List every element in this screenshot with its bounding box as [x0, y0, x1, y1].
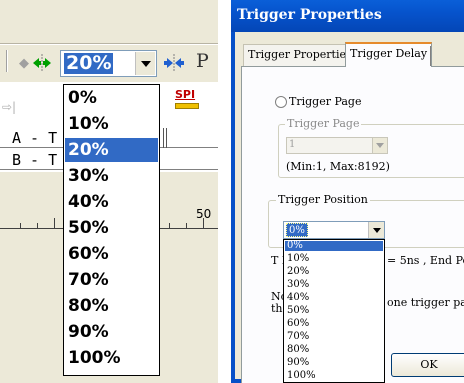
zoom-option-80[interactable]: 80% [65, 294, 158, 318]
signal-row-label: B - T [12, 151, 58, 169]
zoom-option-30[interactable]: 30% [65, 164, 158, 188]
zoom-combobox-value: 20% [64, 52, 114, 74]
ruler-tick [37, 223, 38, 228]
zoom-option-10[interactable]: 10% [65, 112, 158, 136]
toolbar-divider-highlight [0, 44, 218, 45]
chevron-down-icon [372, 138, 387, 153]
chevron-down-icon[interactable] [368, 222, 384, 238]
position-option-60[interactable]: 60% [285, 319, 383, 329]
position-option-80[interactable]: 80% [285, 345, 383, 355]
zoom-dropdown-list[interactable]: 0% 10% 20% 30% 40% 50% 60% 70% 80% 90% 1… [63, 84, 160, 376]
tab-trigger-delay[interactable]: Trigger Delay [345, 42, 433, 67]
trigger-page-radio-label: Trigger Page [289, 95, 362, 108]
zoom-option-50[interactable]: 50% [65, 216, 158, 240]
chevron-down-icon[interactable] [135, 52, 155, 75]
zoom-combobox[interactable]: 20% [60, 50, 157, 77]
time-info-right: = 5ns , End Pos = [387, 254, 464, 267]
tab-trigger-properties[interactable]: Trigger Properties [243, 44, 357, 66]
trigger-position-dropdown-list[interactable]: 0% 10% 20% 30% 40% 50% 60% 70% 80% 90% 1… [283, 239, 385, 383]
zoom-option-90[interactable]: 90% [65, 320, 158, 344]
tab-divider [430, 46, 431, 66]
signal-marker [163, 128, 167, 148]
zoom-out-icon[interactable] [162, 52, 186, 74]
ruler-tick [54, 218, 55, 228]
note-right: one trigger page [387, 296, 464, 309]
position-option-20[interactable]: 20% [285, 267, 383, 277]
dialog-titlebar[interactable]: Trigger Properties [231, 0, 464, 32]
position-option-100[interactable]: 100% [285, 371, 383, 381]
trigger-position-group-title: Trigger Position [276, 193, 370, 206]
position-option-50[interactable]: 50% [285, 306, 383, 316]
spi-icon-bar [175, 103, 199, 109]
trigger-page-group-title: Trigger Page [285, 117, 362, 130]
ok-button[interactable]: OK [391, 353, 464, 377]
zoom-in-icon[interactable] [30, 52, 54, 74]
position-option-10[interactable]: 10% [285, 254, 383, 264]
trigger-position-combobox[interactable]: 0% [283, 221, 385, 239]
navigate-icon[interactable]: ⇨| [2, 100, 16, 114]
zoom-option-60[interactable]: 60% [65, 242, 158, 266]
zoom-toolbar-window: ◆ 20% P ⇨| SPI A - T B - T 50 0% 10% 20%… [0, 0, 218, 383]
toolbar-separator [6, 50, 8, 72]
position-option-30[interactable]: 30% [285, 280, 383, 290]
position-option-40[interactable]: 40% [285, 293, 383, 303]
ruler-tick [186, 223, 187, 228]
trigger-page-radio[interactable] [275, 96, 287, 108]
position-option-0[interactable]: 0% [285, 241, 383, 251]
zoom-option-40[interactable]: 40% [65, 190, 158, 214]
position-option-90[interactable]: 90% [285, 358, 383, 368]
zoom-option-100[interactable]: 100% [65, 346, 158, 370]
trigger-properties-dialog: Trigger Properties Trigger Properties Tr… [231, 0, 464, 383]
zoom-option-20[interactable]: 20% [65, 138, 158, 162]
signal-row-label: A - T [12, 129, 58, 147]
trigger-page-value: 1 [289, 139, 296, 150]
partial-toolbar-icon[interactable]: ◆ [19, 56, 29, 71]
trigger-page-range: (Min:1, Max:8192) [286, 160, 390, 173]
ruler-tick [169, 223, 170, 228]
spi-icon-label: SPI [175, 88, 196, 101]
ruler-tick [20, 223, 21, 228]
trigger-page-combobox: 1 [286, 137, 388, 154]
spi-icon[interactable]: SPI [175, 88, 199, 112]
zoom-option-70[interactable]: 70% [65, 268, 158, 292]
zoom-option-0[interactable]: 0% [65, 86, 158, 110]
position-option-70[interactable]: 70% [285, 332, 383, 342]
ruler-label: 50 [196, 207, 212, 221]
trigger-position-value: 0% [286, 223, 308, 237]
dialog-title: Trigger Properties [237, 7, 382, 23]
toolbar-cut-label: P [196, 50, 209, 72]
